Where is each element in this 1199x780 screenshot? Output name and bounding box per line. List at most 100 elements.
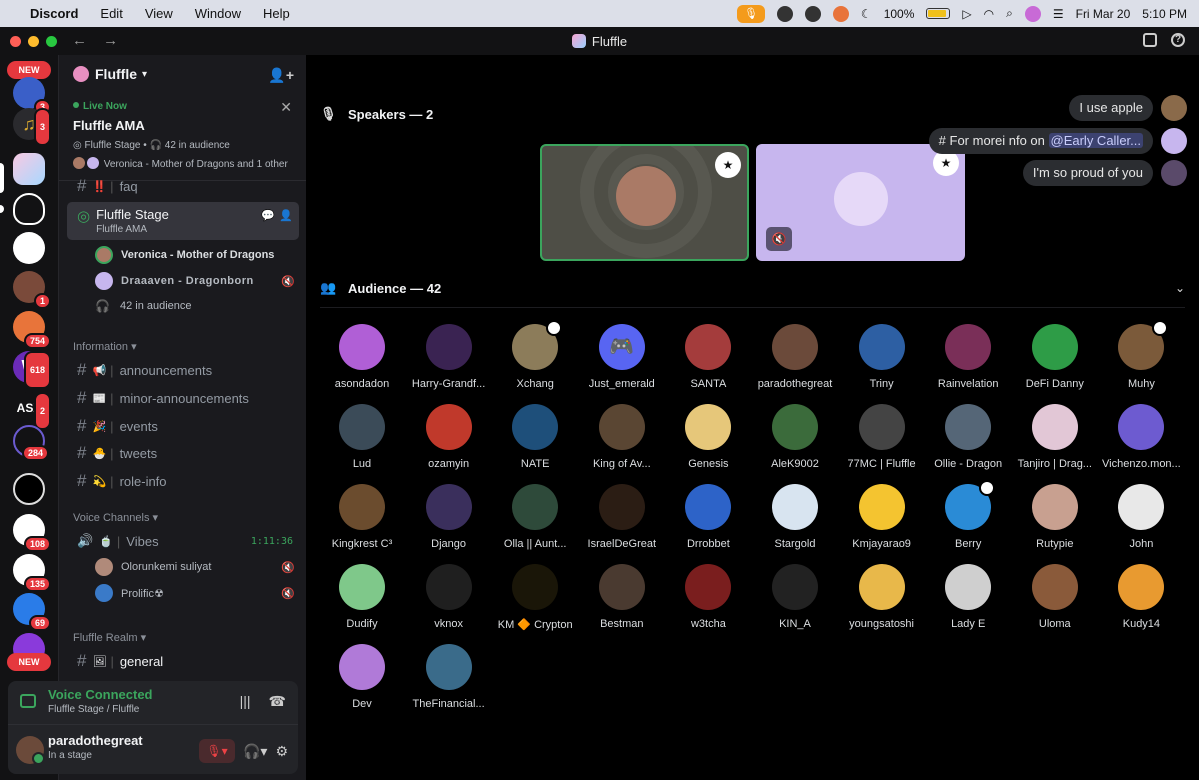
server-icon[interactable]: 3 [13, 77, 51, 115]
channel-minor-announcements[interactable]: # 📰 | minor-announcements [67, 385, 299, 411]
audience-member[interactable]: vknox [407, 564, 491, 638]
soundboard-icon[interactable]: ||| [240, 693, 251, 710]
app-status-icon[interactable] [832, 5, 849, 22]
audience-member[interactable]: 🎮 Just_emerald [580, 324, 664, 398]
chat-message[interactable]: I'm so proud of you [1022, 160, 1153, 186]
audience-member[interactable]: Rutypie [1013, 484, 1097, 558]
fluffle-server-button[interactable] [13, 153, 45, 185]
audience-member[interactable]: Genesis [666, 404, 750, 478]
voice-user[interactable]: Prolific☢ 🔇 [95, 584, 295, 602]
menu-help[interactable]: Help [263, 6, 290, 21]
stage-speaker[interactable]: Draaaven - Dragonborn 🔇 [95, 272, 295, 290]
menu-edit[interactable]: Edit [100, 6, 122, 21]
minimize-window-button[interactable] [28, 36, 39, 47]
audience-member[interactable]: TheFinancial... [407, 644, 491, 718]
audience-member[interactable]: DeFi Danny [1013, 324, 1097, 398]
audience-member[interactable]: Uloma [1013, 564, 1097, 638]
chat-message[interactable]: # For morei nfo on @Early Caller... [928, 128, 1153, 154]
chat-icon[interactable]: 💬 [261, 209, 275, 222]
server-icon[interactable]: 754 [13, 311, 51, 349]
server-icon[interactable] [13, 473, 45, 505]
channel-tweets[interactable]: # 🐣 | tweets [67, 440, 299, 466]
gear-icon[interactable]: ⚙ [275, 743, 288, 760]
siri-icon[interactable] [1024, 5, 1041, 22]
help-icon[interactable]: ? [1171, 33, 1185, 47]
audience-member[interactable]: asondadon [320, 324, 404, 398]
audience-member[interactable]: Harry-Grandf... [407, 324, 491, 398]
audience-member[interactable]: Dev [320, 644, 404, 718]
forward-arrow-icon[interactable]: → [103, 32, 118, 49]
headphones-icon[interactable]: 🎧▾ [243, 743, 267, 760]
audience-member[interactable]: Muhy [1099, 320, 1183, 398]
audience-member[interactable]: Xchang [493, 320, 577, 398]
audience-member[interactable]: Triny [840, 324, 924, 398]
audience-member[interactable]: paradothegreat [753, 324, 837, 398]
mute-microphone-button[interactable]: 🎙▾ [198, 739, 235, 763]
live-stage-card[interactable]: Live Now Fluffle AMA ◎ Fluffle Stage • 🎧… [59, 93, 306, 181]
close-window-button[interactable] [10, 36, 21, 47]
server-icon[interactable]: 108 [13, 514, 51, 552]
server-icon[interactable]: 1 [13, 271, 51, 309]
app-menu[interactable]: Discord [30, 6, 78, 21]
audience-member[interactable]: Bestman [580, 564, 664, 638]
audience-member[interactable]: 77MC | Fluffle [840, 404, 924, 478]
lyre-server-icon[interactable]: ♫ 3 [13, 108, 51, 146]
search-icon[interactable]: ⌕ [1006, 6, 1013, 21]
chat-message[interactable]: I use apple [1069, 95, 1153, 121]
audience-member[interactable]: AleK9002 [753, 404, 837, 478]
audience-member[interactable]: Drrobbet [666, 484, 750, 558]
speaker-tile[interactable]: ★ 🔇 [756, 144, 965, 261]
server-icon[interactable]: W618 [13, 351, 51, 389]
audience-member[interactable]: Dudify [320, 564, 404, 638]
menu-view[interactable]: View [145, 6, 173, 21]
menubar-date[interactable]: Fri Mar 20 [1076, 7, 1131, 21]
grammarly-icon[interactable] [804, 5, 821, 22]
disconnect-icon[interactable]: ☎ [269, 693, 286, 710]
audience-member[interactable]: IsraelDeGreat [580, 484, 664, 558]
channel-faq[interactable]: # ‼️ | faq [67, 176, 299, 196]
channel-fluffle-stage[interactable]: ◎ Fluffle Stage Fluffle AMA 💬 👤 [67, 202, 299, 240]
audience-member[interactable]: Stargold [753, 484, 837, 558]
audience-member[interactable]: Ollie - Dragon [926, 404, 1010, 478]
channel-events[interactable]: # 🎉 | events [67, 413, 299, 439]
microphone-indicator-icon[interactable]: 🎙 [736, 4, 765, 23]
server-icon[interactable]: 284 [13, 425, 49, 461]
server-icon[interactable]: 69 [13, 593, 51, 631]
avatar[interactable] [16, 736, 45, 765]
audience-member[interactable]: Kudy14 [1099, 564, 1183, 638]
inbox-icon[interactable] [1143, 33, 1157, 47]
guild-header[interactable]: Fluffle ▾ 👤+ [59, 55, 306, 93]
server-icon[interactable]: 135 [13, 554, 51, 592]
audience-member[interactable]: Lady E [926, 564, 1010, 638]
wifi-icon[interactable]: ◠ [984, 7, 994, 21]
category-information[interactable]: Information ▾ [73, 340, 137, 353]
stage-speaker[interactable]: Veronica - Mother of Dragons [95, 246, 295, 264]
audience-member[interactable]: Tanjiro | Drag... [1013, 404, 1097, 478]
status-icon[interactable] [776, 5, 793, 22]
audience-member[interactable]: John [1099, 484, 1183, 558]
audience-member[interactable]: Kingkrest C³ [320, 484, 404, 558]
control-center-icon[interactable]: ☰ [1053, 7, 1064, 21]
category-fluffle-realm[interactable]: Fluffle Realm ▾ [73, 631, 146, 644]
audience-member[interactable]: NATE [493, 404, 577, 478]
audience-member[interactable]: youngsatoshi [840, 564, 924, 638]
add-user-icon[interactable]: 👤 [279, 209, 293, 222]
back-arrow-icon[interactable]: ← [72, 32, 87, 49]
menubar-time[interactable]: 5:10 PM [1142, 7, 1187, 21]
audience-member[interactable]: KIN_A [753, 564, 837, 638]
audience-member[interactable]: Rainvelation [926, 324, 1010, 398]
channel-general[interactable]: # 🖼 | general [67, 648, 299, 674]
audience-member[interactable]: Vichenzo.mon... [1099, 404, 1183, 478]
moon-icon[interactable]: ☾ [861, 7, 872, 21]
chevron-down-icon[interactable]: ⌄ [1175, 281, 1185, 295]
audience-member[interactable]: King of Av... [580, 404, 664, 478]
server-icon[interactable] [13, 232, 45, 264]
zoom-window-button[interactable] [46, 36, 57, 47]
audience-member[interactable]: Kmjayarao9 [840, 484, 924, 558]
server-icon[interactable]: ASX 2 [13, 392, 51, 430]
audience-member[interactable]: SANTA [666, 324, 750, 398]
play-icon[interactable]: ▷ [962, 7, 971, 21]
new-badge[interactable]: NEW [7, 653, 51, 671]
voice-user[interactable]: Olorunkemi suliyat 🔇 [95, 558, 295, 576]
channel-role-info[interactable]: # 💫 | role-info [67, 468, 299, 494]
